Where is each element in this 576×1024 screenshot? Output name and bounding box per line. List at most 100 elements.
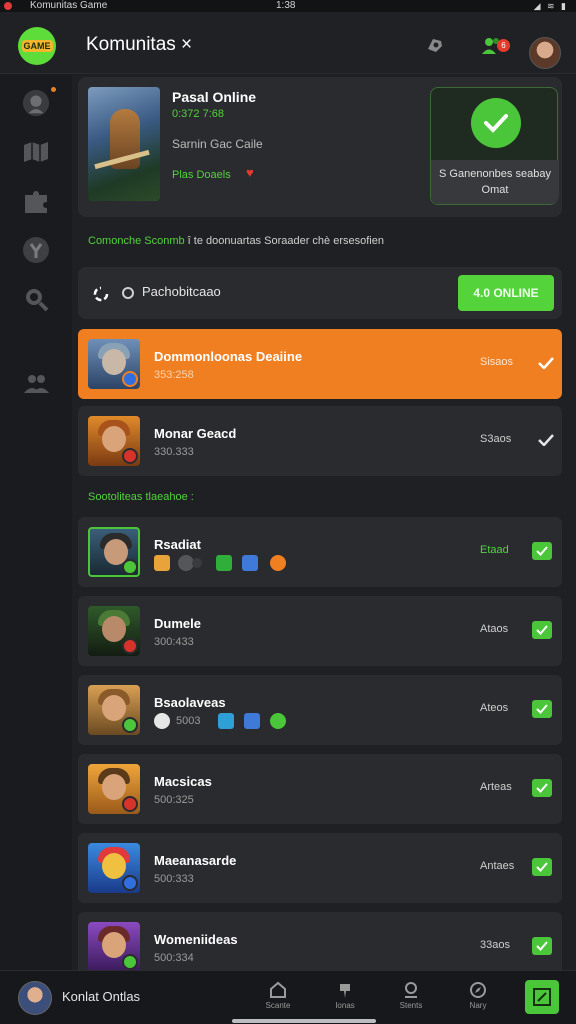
game-description: Sarnin Gac Caile (172, 137, 263, 151)
app-logo[interactable]: GAME (18, 27, 56, 65)
hint-highlight: Comonche Sconmb (88, 235, 185, 247)
sidebar-item-map-icon[interactable] (22, 138, 50, 166)
checkbox-checked-icon[interactable] (532, 542, 552, 560)
bottom-navigation: Konlat Ontlas Scante Ionas Stents Nary (0, 970, 576, 1024)
platform-badge-icon (122, 875, 138, 891)
achievement-icon (270, 555, 286, 571)
player-score: 500:334 (154, 952, 194, 964)
controller-icon[interactable] (422, 32, 448, 58)
list-item[interactable]: Maeanasarde 500:333 Antaes (78, 833, 562, 903)
close-dot-icon[interactable] (4, 2, 12, 10)
game-cover-image (88, 87, 160, 201)
checkbox-checked-icon[interactable] (532, 621, 552, 639)
player-status: Ateos (480, 702, 509, 714)
nav-label: Nary (469, 1001, 487, 1010)
list-item[interactable]: Monar Geacd 330.333 S3aos (78, 406, 562, 476)
player-name: Dumele (154, 616, 201, 631)
nav-label: Scante (265, 1001, 291, 1010)
stats-icon (386, 979, 436, 1001)
check-circle-icon (471, 98, 521, 148)
check-icon[interactable] (536, 353, 556, 373)
checkbox-checked-icon[interactable] (532, 937, 552, 955)
checkbox-checked-icon[interactable] (532, 779, 552, 797)
online-filter-bar: Pachobitcaao 4.0 ONLINE (78, 267, 562, 319)
nav-label: Stents (399, 1001, 423, 1010)
platform-badge-icon (122, 954, 138, 970)
checkbox-checked-icon[interactable] (532, 700, 552, 718)
achievement-icon (154, 555, 170, 571)
achievement-icon (244, 713, 260, 729)
window-title: Komunitas Game (30, 0, 108, 11)
checkbox-checked-icon[interactable] (532, 858, 552, 876)
compass-icon (453, 979, 503, 1001)
achievement-icon (154, 713, 170, 729)
game-status-label: S Ganenonbes seabay Omat (431, 160, 559, 204)
hint-text: î te doonuartas Soraader chè ersesofien (187, 235, 384, 247)
notification-badge: 6 (497, 39, 510, 52)
player-score: 500:325 (154, 794, 194, 806)
refresh-icon[interactable] (90, 283, 112, 305)
player-status: Antaes (480, 860, 515, 872)
game-title: Pasal Online (172, 89, 257, 105)
sidebar-item-trophy-icon[interactable] (22, 236, 50, 264)
nav-item-more[interactable]: Nary (453, 979, 503, 1019)
user-avatar[interactable] (18, 981, 52, 1015)
profile-avatar[interactable] (529, 37, 561, 69)
filter-label: Pachobitcaao (142, 284, 221, 299)
filter-radio[interactable] (122, 287, 134, 299)
platform-badge-icon (122, 371, 138, 387)
game-tag: Plas Doaels (172, 169, 231, 181)
list-item[interactable]: Macsicas 500:325 Arteas (78, 754, 562, 824)
main-content: Pasal Online 0:372 7:68 Sarnin Gac Caile… (72, 75, 576, 982)
sidebar-item-profile-icon[interactable] (22, 89, 50, 117)
player-score: 500:333 (154, 873, 194, 885)
nav-item-games[interactable]: Ionas (320, 979, 370, 1019)
list-item[interactable]: Bsaolaveas 5003 Ateos (78, 675, 562, 745)
player-score: 300:433 (154, 636, 194, 648)
platform-badge-icon (122, 638, 138, 654)
heart-icon[interactable]: ♥ (246, 165, 254, 180)
sidebar-item-group-icon[interactable] (22, 369, 50, 397)
list-item[interactable]: Rsadiat Etaad (78, 517, 562, 587)
home-indicator[interactable] (232, 1019, 376, 1023)
game-status-panel[interactable]: S Ganenonbes seabay Omat (430, 87, 559, 205)
check-icon[interactable] (536, 430, 556, 450)
signal-wifi-icon: ◢ ≋ ▮ (533, 1, 568, 11)
logo-text: GAME (21, 40, 53, 52)
home-icon (253, 979, 303, 1001)
player-name: Womeniideas (154, 932, 238, 947)
nav-item-home[interactable]: Scante (253, 979, 303, 1019)
list-item[interactable]: Dommonloonas Deaiine 353:258 Sisaos (78, 329, 562, 399)
sidebar-item-puzzle-icon[interactable] (22, 188, 50, 216)
player-status: Etaad (480, 544, 509, 556)
online-button[interactable]: 4.0 ONLINE (458, 275, 554, 311)
system-status-bar: Komunitas Game 1:38 ◢ ≋ ▮ (0, 0, 576, 12)
sidebar-item-search-icon[interactable] (22, 285, 50, 313)
player-name: Dommonloonas Deaiine (154, 349, 303, 364)
platform-badge-icon (122, 448, 138, 464)
platform-badge-icon (122, 796, 138, 812)
app-header: GAME Komunitas × 6 (0, 12, 576, 74)
player-status: Ataos (480, 623, 509, 635)
platform-badge-icon (122, 559, 138, 575)
player-status: Sisaos (480, 356, 514, 368)
sidebar (0, 75, 72, 970)
achievement-icon (216, 555, 232, 571)
player-status: S3aos (480, 433, 512, 445)
player-score: 353:258 (154, 369, 194, 381)
nav-label: Ionas (335, 1001, 355, 1010)
list-item[interactable]: Dumele 300:433 Ataos (78, 596, 562, 666)
nav-item-stats[interactable]: Stents (386, 979, 436, 1019)
game-players-count: 0:372 7:68 (172, 108, 224, 120)
community-hint: Comonche Sconmb î te doonuartas Soraader… (88, 235, 384, 247)
player-name: Rsadiat (154, 537, 201, 552)
section-title: Sootoliteas tlaeahoe : (88, 491, 194, 503)
achievement-icon (192, 558, 202, 568)
nav-item-community-active[interactable] (525, 980, 559, 1014)
player-status: 33aos (480, 939, 510, 951)
player-name: Bsaolaveas (154, 695, 226, 710)
achievement-icon (270, 713, 286, 729)
player-score: 330.333 (154, 446, 194, 458)
featured-game-card[interactable]: Pasal Online 0:372 7:68 Sarnin Gac Caile… (78, 77, 562, 217)
user-name: Konlat Ontlas (62, 989, 141, 1004)
